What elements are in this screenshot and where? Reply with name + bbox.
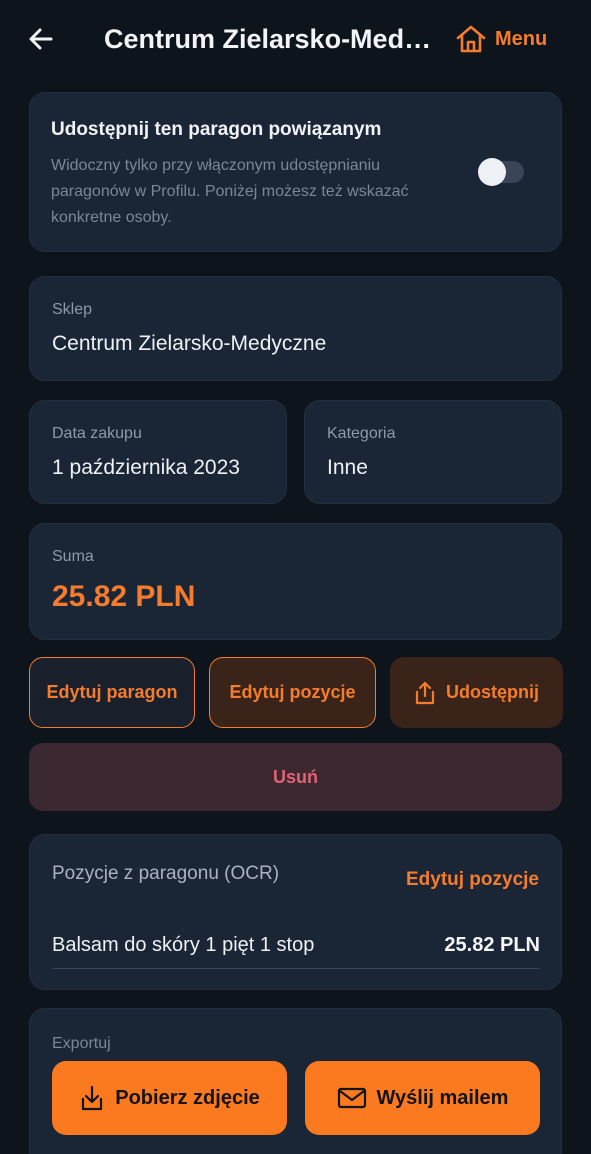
ocr-edit-items-link[interactable]: Edytuj pozycje [406, 869, 539, 891]
share-button[interactable]: Udostępnij [390, 657, 563, 728]
list-item: Balsam do skóry 1 pięt 1 stop 25.82 PLN [52, 923, 540, 969]
purchase-date-card: Data zakupu 1 października 2023 [29, 400, 287, 504]
item-price: 25.82 PLN [444, 934, 540, 956]
send-email-label: Wyślij mailem [376, 1086, 509, 1109]
download-photo-button[interactable]: Pobierz zdjęcie [52, 1061, 287, 1135]
back-button[interactable] [22, 20, 60, 58]
shop-card: Sklep Centrum Zielarsko-Medyczne [29, 276, 562, 381]
share-title: Udostępnij ten paragon powiązanym [51, 119, 382, 140]
sum-label: Suma [52, 548, 94, 565]
share-icon [415, 681, 435, 704]
page-title: Centrum Zielarsko-Medyczne [104, 24, 434, 54]
category-value: Inne [327, 456, 368, 479]
menu-label: Menu [495, 27, 548, 50]
delete-label: Usuń [273, 766, 318, 787]
edit-receipt-button[interactable]: Edytuj paragon [29, 657, 195, 728]
purchase-date-label: Data zakupu [52, 425, 142, 442]
export-label: Exportuj [52, 1035, 111, 1052]
send-email-button[interactable]: Wyślij mailem [305, 1061, 540, 1135]
arrow-left-icon [29, 28, 53, 50]
shop-label: Sklep [52, 301, 93, 318]
category-card: Kategoria Inne [304, 400, 562, 504]
mail-icon [337, 1087, 366, 1109]
share-description: Widoczny tylko przy włączonym udostępnia… [51, 157, 409, 226]
download-photo-label: Pobierz zdjęcie [115, 1086, 260, 1109]
sum-card: Suma 25.82 PLN [29, 523, 562, 640]
share-settings-card: Udostępnij ten paragon powiązanym Widocz… [29, 92, 562, 252]
share-toggle[interactable] [478, 158, 524, 186]
sum-value: 25.82 PLN [52, 580, 196, 613]
app-header: Centrum Zielarsko-Medyczne Menu [0, 0, 591, 78]
shop-value: Centrum Zielarsko-Medyczne [52, 332, 327, 355]
toggle-knob [478, 158, 506, 186]
edit-items-label: Edytuj pozycje [229, 682, 356, 702]
export-card: Exportuj Pobierz zdjęcie Wyślij mailem [29, 1008, 562, 1154]
purchase-date-value: 1 października 2023 [52, 456, 240, 479]
ocr-items-card: Pozycje z paragonu (OCR) Edytuj pozycje … [29, 834, 562, 990]
edit-receipt-label: Edytuj paragon [46, 682, 178, 702]
home-icon [456, 25, 486, 53]
share-label: Udostępnij [446, 682, 539, 702]
menu-button[interactable]: Menu [455, 20, 547, 58]
category-label: Kategoria [327, 425, 396, 442]
delete-button[interactable]: Usuń [29, 743, 562, 811]
download-icon [82, 1085, 103, 1111]
item-name: Balsam do skóry 1 pięt 1 stop [52, 934, 315, 956]
edit-items-button[interactable]: Edytuj pozycje [209, 657, 376, 728]
ocr-title: Pozycje z paragonu (OCR) [52, 863, 280, 884]
